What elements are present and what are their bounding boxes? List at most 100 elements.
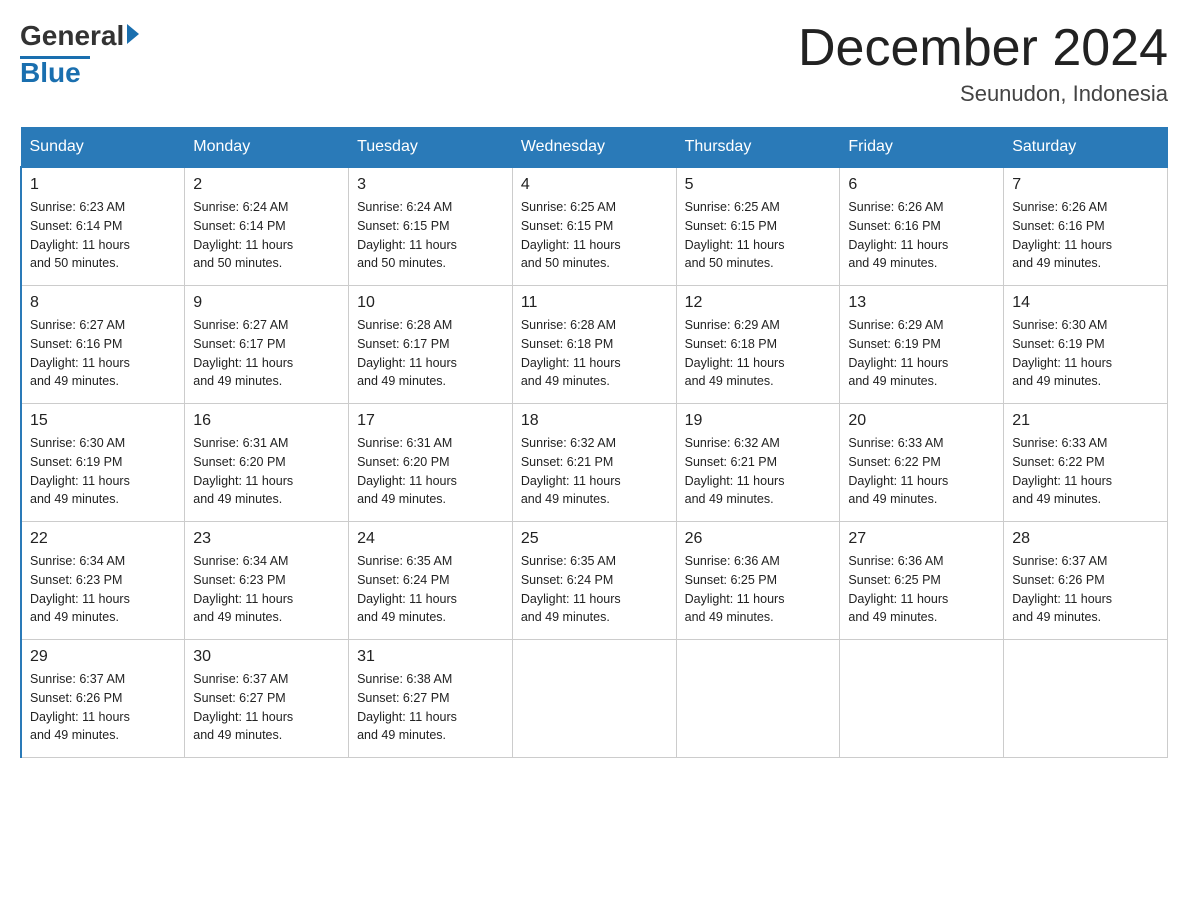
day-info: Sunrise: 6:26 AM Sunset: 6:16 PM Dayligh… — [1012, 198, 1159, 273]
day-number: 16 — [193, 412, 340, 430]
calendar-week-row: 8 Sunrise: 6:27 AM Sunset: 6:16 PM Dayli… — [21, 286, 1168, 404]
calendar-cell: 27 Sunrise: 6:36 AM Sunset: 6:25 PM Dayl… — [840, 522, 1004, 640]
location-subtitle: Seunudon, Indonesia — [798, 81, 1168, 107]
calendar-cell: 30 Sunrise: 6:37 AM Sunset: 6:27 PM Dayl… — [185, 640, 349, 758]
logo-general-text: General — [20, 20, 124, 52]
day-number: 31 — [357, 648, 504, 666]
day-info: Sunrise: 6:34 AM Sunset: 6:23 PM Dayligh… — [30, 552, 176, 627]
day-number: 18 — [521, 412, 668, 430]
calendar-cell: 20 Sunrise: 6:33 AM Sunset: 6:22 PM Dayl… — [840, 404, 1004, 522]
column-header-thursday: Thursday — [676, 128, 840, 168]
day-number: 23 — [193, 530, 340, 548]
day-info: Sunrise: 6:36 AM Sunset: 6:25 PM Dayligh… — [848, 552, 995, 627]
column-header-wednesday: Wednesday — [512, 128, 676, 168]
calendar-week-row: 1 Sunrise: 6:23 AM Sunset: 6:14 PM Dayli… — [21, 167, 1168, 286]
column-header-friday: Friday — [840, 128, 1004, 168]
logo-blue-text: Blue — [20, 57, 81, 88]
calendar-cell: 8 Sunrise: 6:27 AM Sunset: 6:16 PM Dayli… — [21, 286, 185, 404]
calendar-cell — [512, 640, 676, 758]
day-info: Sunrise: 6:29 AM Sunset: 6:18 PM Dayligh… — [685, 316, 832, 391]
column-header-tuesday: Tuesday — [349, 128, 513, 168]
day-number: 14 — [1012, 294, 1159, 312]
calendar-cell: 1 Sunrise: 6:23 AM Sunset: 6:14 PM Dayli… — [21, 167, 185, 286]
day-info: Sunrise: 6:30 AM Sunset: 6:19 PM Dayligh… — [30, 434, 176, 509]
calendar-cell — [676, 640, 840, 758]
calendar-cell: 16 Sunrise: 6:31 AM Sunset: 6:20 PM Dayl… — [185, 404, 349, 522]
logo-triangle-icon — [127, 24, 139, 44]
day-info: Sunrise: 6:24 AM Sunset: 6:15 PM Dayligh… — [357, 198, 504, 273]
logo: General Blue — [20, 20, 139, 89]
calendar-cell — [840, 640, 1004, 758]
day-info: Sunrise: 6:25 AM Sunset: 6:15 PM Dayligh… — [685, 198, 832, 273]
calendar-cell: 19 Sunrise: 6:32 AM Sunset: 6:21 PM Dayl… — [676, 404, 840, 522]
calendar-cell: 9 Sunrise: 6:27 AM Sunset: 6:17 PM Dayli… — [185, 286, 349, 404]
calendar-cell: 5 Sunrise: 6:25 AM Sunset: 6:15 PM Dayli… — [676, 167, 840, 286]
day-number: 8 — [30, 294, 176, 312]
calendar-cell: 26 Sunrise: 6:36 AM Sunset: 6:25 PM Dayl… — [676, 522, 840, 640]
calendar-cell: 10 Sunrise: 6:28 AM Sunset: 6:17 PM Dayl… — [349, 286, 513, 404]
day-info: Sunrise: 6:31 AM Sunset: 6:20 PM Dayligh… — [193, 434, 340, 509]
day-info: Sunrise: 6:28 AM Sunset: 6:18 PM Dayligh… — [521, 316, 668, 391]
calendar-cell: 24 Sunrise: 6:35 AM Sunset: 6:24 PM Dayl… — [349, 522, 513, 640]
calendar-cell: 3 Sunrise: 6:24 AM Sunset: 6:15 PM Dayli… — [349, 167, 513, 286]
day-number: 28 — [1012, 530, 1159, 548]
day-number: 3 — [357, 176, 504, 194]
calendar-table: SundayMondayTuesdayWednesdayThursdayFrid… — [20, 127, 1168, 758]
calendar-cell: 2 Sunrise: 6:24 AM Sunset: 6:14 PM Dayli… — [185, 167, 349, 286]
calendar-cell: 18 Sunrise: 6:32 AM Sunset: 6:21 PM Dayl… — [512, 404, 676, 522]
day-info: Sunrise: 6:32 AM Sunset: 6:21 PM Dayligh… — [685, 434, 832, 509]
calendar-cell: 21 Sunrise: 6:33 AM Sunset: 6:22 PM Dayl… — [1004, 404, 1168, 522]
day-info: Sunrise: 6:37 AM Sunset: 6:27 PM Dayligh… — [193, 670, 340, 745]
day-info: Sunrise: 6:37 AM Sunset: 6:26 PM Dayligh… — [1012, 552, 1159, 627]
day-info: Sunrise: 6:38 AM Sunset: 6:27 PM Dayligh… — [357, 670, 504, 745]
day-number: 17 — [357, 412, 504, 430]
calendar-cell: 11 Sunrise: 6:28 AM Sunset: 6:18 PM Dayl… — [512, 286, 676, 404]
day-info: Sunrise: 6:34 AM Sunset: 6:23 PM Dayligh… — [193, 552, 340, 627]
calendar-cell: 28 Sunrise: 6:37 AM Sunset: 6:26 PM Dayl… — [1004, 522, 1168, 640]
calendar-cell: 7 Sunrise: 6:26 AM Sunset: 6:16 PM Dayli… — [1004, 167, 1168, 286]
day-number: 20 — [848, 412, 995, 430]
title-section: December 2024 Seunudon, Indonesia — [798, 20, 1168, 107]
day-info: Sunrise: 6:25 AM Sunset: 6:15 PM Dayligh… — [521, 198, 668, 273]
day-number: 25 — [521, 530, 668, 548]
day-info: Sunrise: 6:35 AM Sunset: 6:24 PM Dayligh… — [357, 552, 504, 627]
day-number: 24 — [357, 530, 504, 548]
column-header-sunday: Sunday — [21, 128, 185, 168]
calendar-week-row: 22 Sunrise: 6:34 AM Sunset: 6:23 PM Dayl… — [21, 522, 1168, 640]
day-number: 4 — [521, 176, 668, 194]
day-info: Sunrise: 6:27 AM Sunset: 6:17 PM Dayligh… — [193, 316, 340, 391]
day-number: 2 — [193, 176, 340, 194]
day-number: 27 — [848, 530, 995, 548]
calendar-cell: 22 Sunrise: 6:34 AM Sunset: 6:23 PM Dayl… — [21, 522, 185, 640]
day-info: Sunrise: 6:26 AM Sunset: 6:16 PM Dayligh… — [848, 198, 995, 273]
day-info: Sunrise: 6:29 AM Sunset: 6:19 PM Dayligh… — [848, 316, 995, 391]
page-header: General Blue December 2024 Seunudon, Ind… — [20, 20, 1168, 107]
day-number: 13 — [848, 294, 995, 312]
day-info: Sunrise: 6:35 AM Sunset: 6:24 PM Dayligh… — [521, 552, 668, 627]
column-header-saturday: Saturday — [1004, 128, 1168, 168]
calendar-cell: 25 Sunrise: 6:35 AM Sunset: 6:24 PM Dayl… — [512, 522, 676, 640]
calendar-cell: 14 Sunrise: 6:30 AM Sunset: 6:19 PM Dayl… — [1004, 286, 1168, 404]
day-number: 1 — [30, 176, 176, 194]
day-info: Sunrise: 6:37 AM Sunset: 6:26 PM Dayligh… — [30, 670, 176, 745]
day-number: 19 — [685, 412, 832, 430]
day-info: Sunrise: 6:27 AM Sunset: 6:16 PM Dayligh… — [30, 316, 176, 391]
day-info: Sunrise: 6:33 AM Sunset: 6:22 PM Dayligh… — [1012, 434, 1159, 509]
day-number: 12 — [685, 294, 832, 312]
month-title: December 2024 — [798, 20, 1168, 77]
day-info: Sunrise: 6:24 AM Sunset: 6:14 PM Dayligh… — [193, 198, 340, 273]
day-number: 30 — [193, 648, 340, 666]
day-number: 7 — [1012, 176, 1159, 194]
day-number: 21 — [1012, 412, 1159, 430]
day-info: Sunrise: 6:30 AM Sunset: 6:19 PM Dayligh… — [1012, 316, 1159, 391]
day-info: Sunrise: 6:23 AM Sunset: 6:14 PM Dayligh… — [30, 198, 176, 273]
day-info: Sunrise: 6:36 AM Sunset: 6:25 PM Dayligh… — [685, 552, 832, 627]
day-number: 15 — [30, 412, 176, 430]
day-number: 29 — [30, 648, 176, 666]
day-number: 10 — [357, 294, 504, 312]
day-info: Sunrise: 6:32 AM Sunset: 6:21 PM Dayligh… — [521, 434, 668, 509]
day-number: 6 — [848, 176, 995, 194]
day-info: Sunrise: 6:33 AM Sunset: 6:22 PM Dayligh… — [848, 434, 995, 509]
calendar-cell — [1004, 640, 1168, 758]
calendar-week-row: 29 Sunrise: 6:37 AM Sunset: 6:26 PM Dayl… — [21, 640, 1168, 758]
